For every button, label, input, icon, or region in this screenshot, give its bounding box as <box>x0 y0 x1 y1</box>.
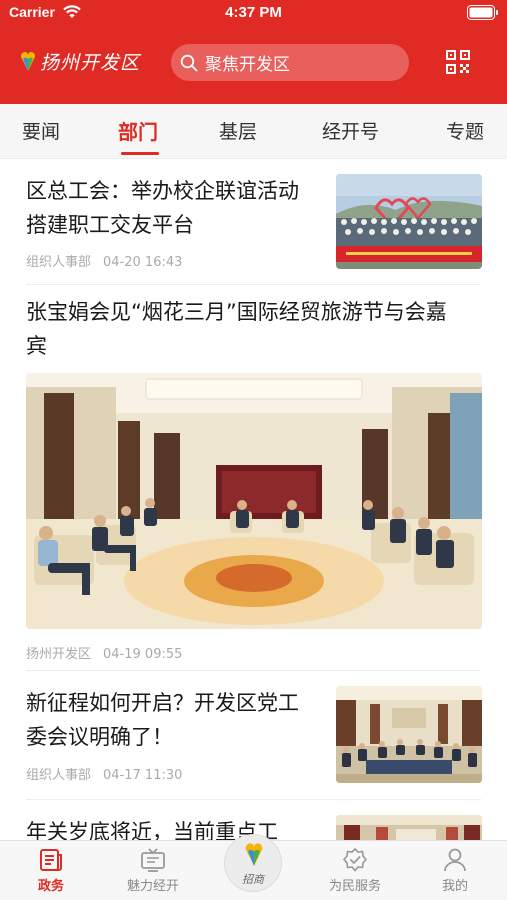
news-thumbnail <box>336 174 482 269</box>
logo-icon <box>245 843 263 866</box>
news-title: 年关岁底将近，当前重点工 <box>26 820 278 840</box>
brand-logo: 扬州开发区 <box>20 46 140 76</box>
clock: 4:37 PM <box>225 4 282 21</box>
news-meta: 组织人事部 04-20 16:43 <box>26 251 182 270</box>
news-source: 扬州开发区 <box>26 647 92 662</box>
divider <box>26 799 481 800</box>
divider <box>26 284 481 285</box>
logo-icon <box>21 52 35 71</box>
nav-meili-jingkai[interactable]: 魅力经开 <box>108 847 198 894</box>
news-time: 04-19 09:55 <box>103 647 183 662</box>
tab-jingkaihao[interactable]: 经开号 <box>322 117 379 144</box>
divider <box>26 670 481 671</box>
news-title: 新征程如何开启？开发区党工委会议明确了！ <box>26 691 299 749</box>
tab-zhuanti[interactable]: 专题 <box>446 117 484 144</box>
nav-label: 政务 <box>37 879 64 894</box>
news-thumbnail <box>336 815 482 840</box>
tab-yaowen[interactable]: 要闻 <box>22 117 60 144</box>
nav-weimin-fuwu[interactable]: 为民服务 <box>310 847 400 894</box>
tab-jiceng[interactable]: 基层 <box>219 117 257 144</box>
app-header: Carrier 4:37 PM 扬州开发区 聚焦开发区 <box>0 0 507 104</box>
person-icon <box>444 848 466 872</box>
active-tab-indicator <box>121 152 159 155</box>
news-time: 04-17 11:30 <box>103 768 183 783</box>
nav-zhengwu[interactable]: 政务 <box>6 847 96 894</box>
qr-scan-icon[interactable] <box>446 50 470 74</box>
tv-icon <box>141 848 165 872</box>
news-source: 组织人事部 <box>26 768 92 783</box>
news-feed[interactable]: 区总工会：举办校企联谊活动 搭建职工交友平台 组织人事部 04-20 16:43 <box>0 159 507 840</box>
battery-icon <box>467 5 498 20</box>
news-meta: 扬州开发区 04-19 09:55 <box>26 643 182 662</box>
news-time: 04-20 16:43 <box>103 255 183 270</box>
search-placeholder: 聚焦开发区 <box>205 55 290 75</box>
status-bar: Carrier 4:37 PM <box>0 0 507 26</box>
nav-label: 招商 <box>242 873 264 886</box>
search-bar[interactable]: 聚焦开发区 <box>171 44 409 81</box>
nav-wode[interactable]: 我的 <box>410 847 500 894</box>
nav-label: 我的 <box>441 879 468 894</box>
news-source: 组织人事部 <box>26 255 92 270</box>
tab-bumen[interactable]: 部门 <box>118 116 158 145</box>
news-title: 区总工会：举办校企联谊活动 搭建职工交友平台 <box>26 179 299 237</box>
news-title: 张宝娟会见“烟花三月”国际经贸旅游节与会嘉宾 <box>26 300 447 358</box>
news-icon <box>40 849 62 871</box>
nav-label: 为民服务 <box>328 879 381 894</box>
news-image <box>26 373 482 629</box>
news-meta: 组织人事部 04-17 11:30 <box>26 764 182 783</box>
brand-name: 扬州开发区 <box>40 51 141 74</box>
badge-check-icon <box>342 847 368 872</box>
search-icon <box>180 54 198 71</box>
news-thumbnail <box>336 686 482 783</box>
nav-label: 魅力经开 <box>126 879 179 894</box>
nav-zhaoshang[interactable]: 招商 <box>224 834 282 892</box>
category-tabs: 要闻 部门 基层 经开号 专题 <box>0 104 507 159</box>
app-screen: Carrier 4:37 PM 扬州开发区 聚焦开发区 要闻 部门 基层 经开号… <box>0 0 507 900</box>
